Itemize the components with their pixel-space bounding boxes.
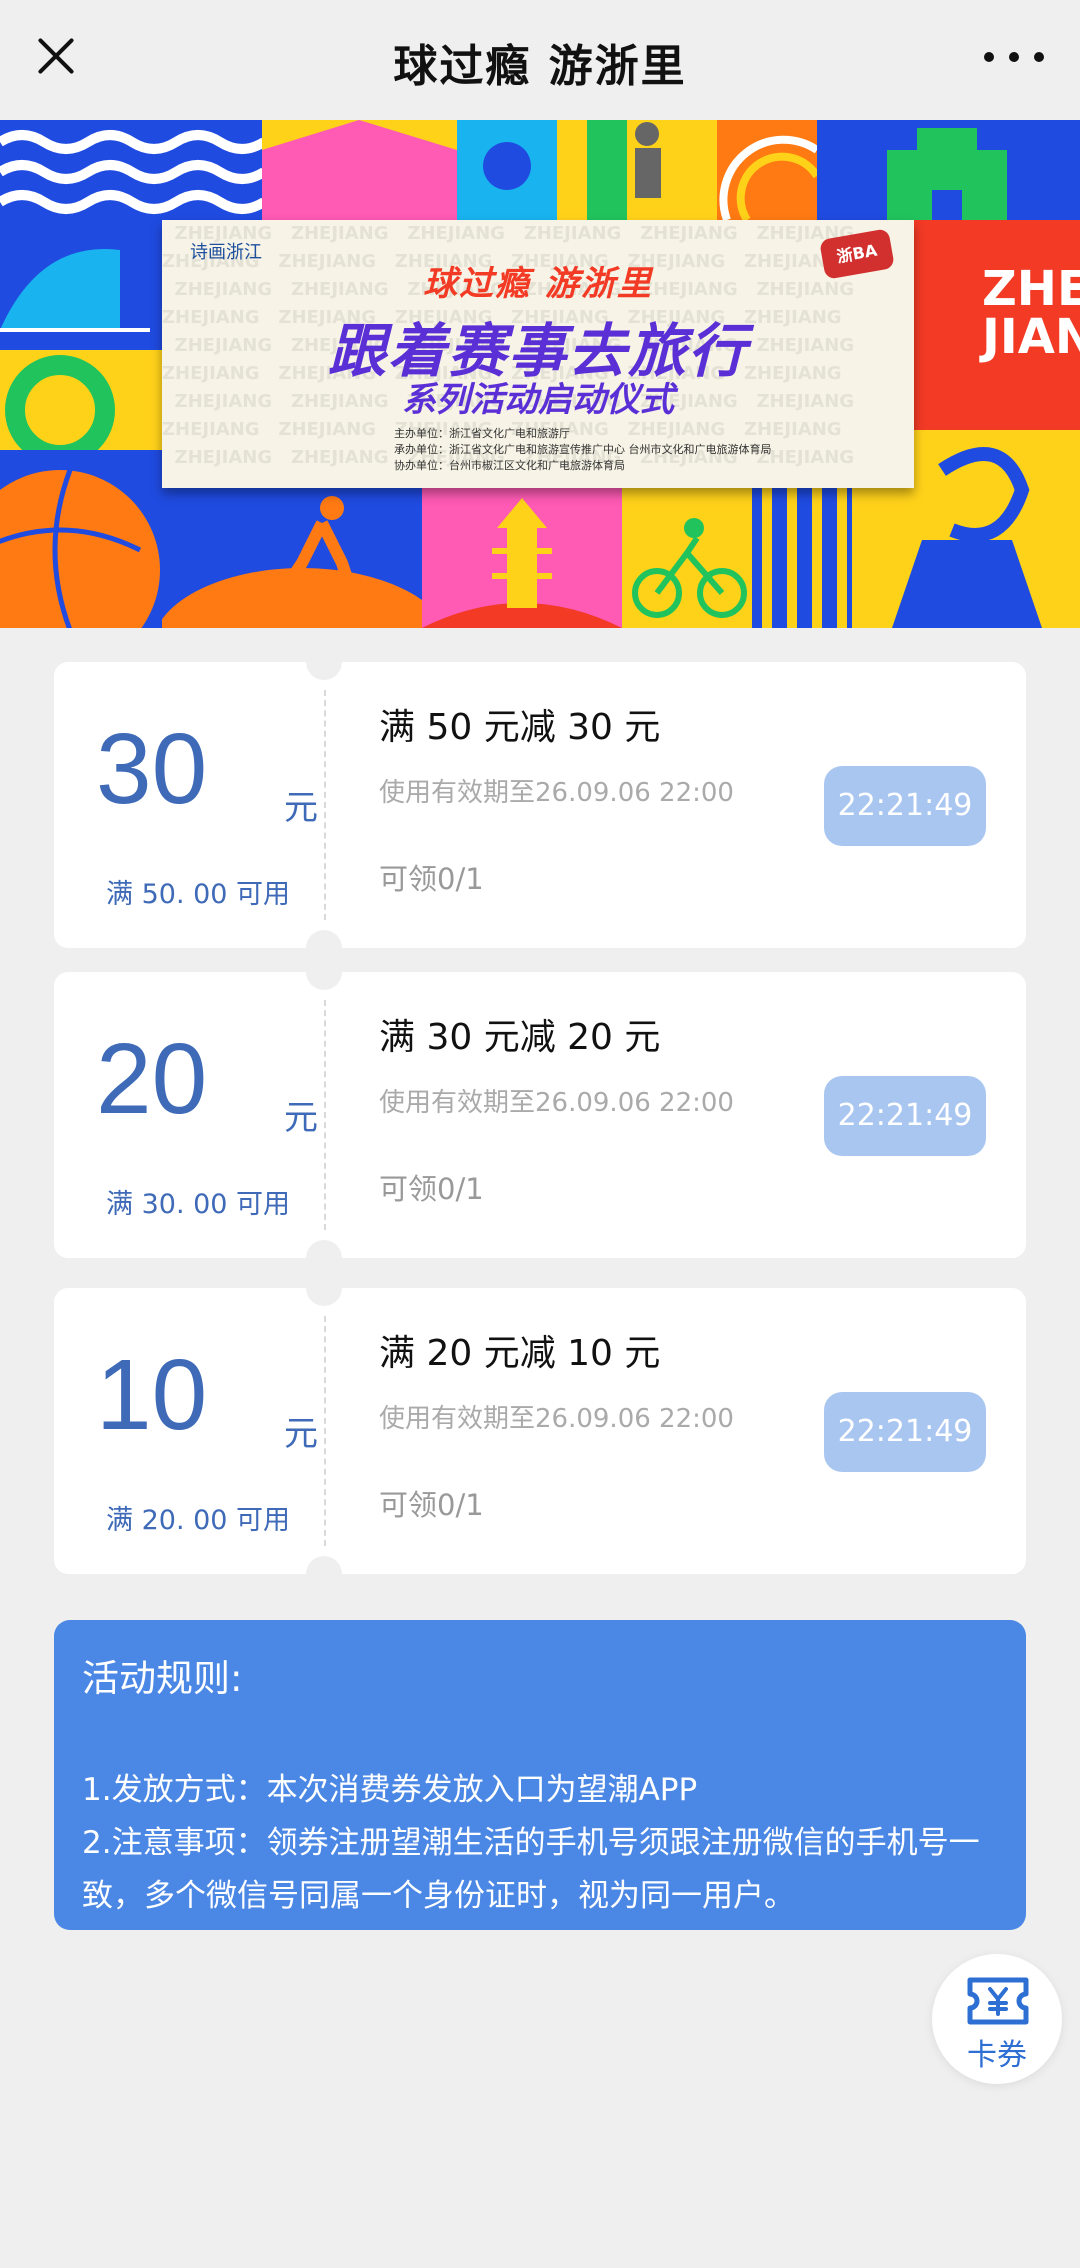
coupon-title: 满 20 元减 10 元 (379, 1333, 661, 1374)
coupon-claim-count: 可领0/1 (379, 1488, 484, 1522)
coupon-threshold: 满 50. 00 可用 (106, 879, 291, 910)
poster-sub-title: 系列活动启动仪式 (402, 380, 674, 420)
banner-tile-hiker (156, 488, 448, 628)
banner-tile-gate (817, 120, 1080, 220)
event-banner[interactable]: ZHE JIANG ZHEJIANG ZHEJIANG ZHEJIANG ZHE… (0, 120, 1080, 628)
poster-organizers: 主办单位：浙江省文化广电和旅游厅 承办单位：浙江省文化广电和旅游宣传推广中心 台… (394, 427, 772, 472)
coupon-amount: 20 元 (96, 1023, 318, 1138)
banner-tile-zhejiang: ZHE JIANG (914, 220, 1080, 430)
coupon-validity: 使用有效期至26.09.06 22:00 (379, 1088, 734, 1118)
coupon-threshold: 满 30. 00 可用 (106, 1189, 291, 1220)
banner-tile-house (262, 120, 457, 220)
banner-tile-ring (0, 350, 162, 465)
coupon-claim-count: 可领0/1 (379, 1172, 484, 1206)
coupon-validity: 使用有效期至26.09.06 22:00 (379, 1404, 734, 1434)
coupon-unit: 元 (284, 1098, 318, 1138)
banner-poster-card: ZHEJIANG ZHEJIANG ZHEJIANG ZHEJIANG ZHEJ… (162, 220, 914, 488)
coupon-card: 10 元 满 20. 00 可用 满 20 元减 10 元 使用有效期至26.0… (54, 1288, 1026, 1574)
activity-rules: 活动规则: 1.发放方式：本次消费券发放入口为望潮APP 2.注意事项：领券注册… (54, 1620, 1026, 1930)
waves-icon (0, 130, 267, 214)
card-coupon-label: 卡券 (967, 2038, 1027, 2073)
coupon-countdown-button[interactable]: 22:21:49 (824, 766, 986, 846)
coupon-amount: 30 元 (96, 713, 318, 828)
coupon-title: 满 50 元减 30 元 (379, 707, 661, 748)
coupon-countdown-button[interactable]: 22:21:49 (824, 1076, 986, 1156)
banner-tile-traveler (557, 120, 717, 220)
banner-side-text: ZHE JIANG (982, 261, 1080, 365)
banner-tile-stripes (752, 488, 852, 628)
rules-line-2: 2.注意事项：领券注册望潮生活的手机号须跟注册微信的手机号一致，多个微信号同属一… (82, 1825, 980, 1914)
coupon-unit: 元 (284, 788, 318, 828)
coupon-amount: 10 元 (96, 1339, 318, 1454)
banner-tile-arcs (717, 120, 821, 223)
title-bar: 球过瘾 游浙里 (0, 0, 1080, 120)
coupon-title: 满 30 元减 20 元 (379, 1017, 661, 1058)
banner-tile-cyclist (622, 488, 752, 628)
coupon-claim-count: 可领0/1 (379, 862, 484, 896)
banner-tile-waves (0, 120, 267, 220)
banner-tile-stadium (0, 220, 162, 350)
banner-tile-sun (457, 120, 557, 220)
coupon-unit: 元 (284, 1414, 318, 1454)
more-options-icon[interactable] (984, 50, 1044, 64)
coupon-card: 30 元 满 50. 00 可用 满 50 元减 30 元 使用有效期至26.0… (54, 662, 1026, 948)
banner-tile-pagoda (422, 488, 622, 628)
rules-line-1: 1.发放方式：本次消费券发放入口为望潮APP (82, 1772, 698, 1808)
banner-tile-basketball (0, 450, 162, 628)
coupon-card: 20 元 满 30. 00 可用 满 30 元减 20 元 使用有效期至26.0… (54, 972, 1026, 1258)
poster-slogan: 球过瘾 游浙里 (423, 264, 653, 304)
card-coupon-button[interactable]: 卡券 (932, 1954, 1062, 2084)
coupon-validity: 使用有效期至26.09.06 22:00 (379, 778, 734, 808)
coupon-countdown-button[interactable]: 22:21:49 (824, 1392, 986, 1472)
ticket-yen-icon (967, 1977, 1029, 2025)
rules-heading: 活动规则: (82, 1657, 243, 1700)
coupon-threshold: 满 20. 00 可用 (106, 1505, 291, 1536)
page-title: 球过瘾 游浙里 (393, 41, 687, 92)
